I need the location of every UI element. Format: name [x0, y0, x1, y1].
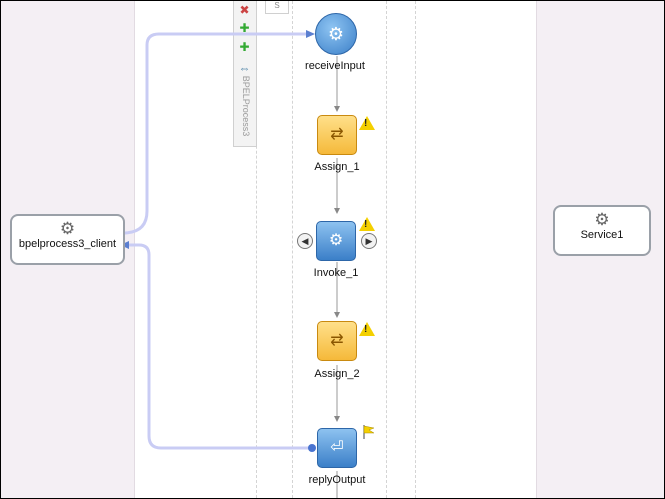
activity-Assign_2[interactable]: ⇄ Assign_2 [314, 321, 360, 381]
activity-label: replyOutput [308, 474, 366, 486]
flow-arrowhead [334, 416, 340, 422]
gear-icon: ⚙ [59, 219, 76, 238]
partner-link-label: bpelprocess3_client [18, 238, 117, 250]
next-arrow-icon[interactable]: ▶ [361, 233, 377, 249]
activity-label: receiveInput [305, 60, 365, 72]
activity-replyOutput[interactable]: ⏎ replyOutput [309, 428, 365, 488]
previous-arrow-icon[interactable]: ◀ [297, 233, 313, 249]
activity-label: Assign_2 [314, 368, 360, 380]
assign-icon: ⇄ [317, 321, 357, 361]
partner-link-service1[interactable]: ⚙ Service1 [553, 205, 651, 256]
bpel-designer-canvas[interactable]: ✖ ✚ ✚ ⇔ BPELProcess3 S ⚙ bpelprocess3_cl… [0, 0, 665, 499]
reply-link-endpoint [308, 444, 316, 452]
warning-icon[interactable]: ! [359, 116, 375, 130]
activity-label: Invoke_1 [313, 267, 359, 279]
reply-icon: ⏎ [317, 428, 357, 468]
warning-icon[interactable]: ! [359, 217, 375, 231]
gear-icon: ⚙ [315, 13, 357, 55]
receive-partner-link [122, 32, 307, 235]
warning-icon[interactable]: ! [359, 322, 375, 336]
activity-Assign_1[interactable]: ⇄ Assign_1 [314, 115, 360, 175]
partner-link-label: Service1 [580, 229, 624, 241]
flag-icon[interactable] [363, 425, 375, 439]
partner-link-bpelprocess3-client[interactable]: ⚙ bpelprocess3_client [10, 214, 125, 265]
flow-arrowhead [334, 312, 340, 318]
flow-arrowhead [334, 106, 340, 112]
gear-icon: ⚙ [316, 221, 356, 261]
activity-receiveInput[interactable]: ⚙ receiveInput [305, 13, 365, 73]
activity-Invoke_1[interactable]: ⚙ Invoke_1 [314, 221, 358, 281]
receive-link-arrowhead [306, 30, 315, 38]
reply-partner-link [125, 243, 309, 450]
gear-icon: ⚙ [594, 210, 610, 229]
assign-icon: ⇄ [317, 115, 357, 155]
flow-arrowhead [334, 208, 340, 214]
activity-label: Assign_1 [314, 161, 360, 173]
